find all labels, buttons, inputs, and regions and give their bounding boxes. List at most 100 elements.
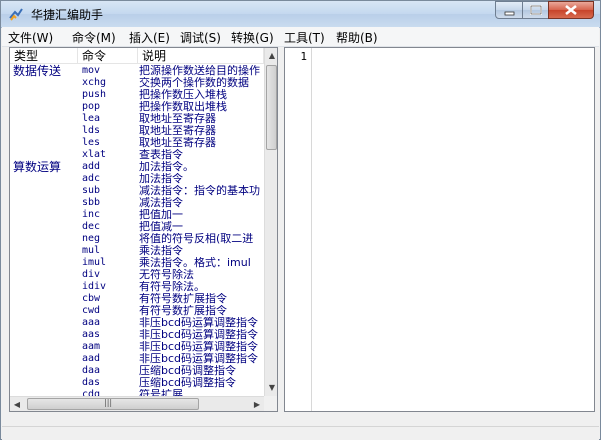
row-type: 算数运算	[13, 160, 62, 174]
row-description: 非压bcd码运算调整指令	[139, 353, 259, 365]
row-description: 加法指令	[139, 173, 183, 185]
row-description: 有符号数扩展指令	[139, 305, 227, 317]
row-command: pop	[82, 101, 101, 112]
table-row[interactable]: inc 把值加一	[10, 209, 264, 221]
table-row[interactable]: les 取地址至寄存器	[10, 137, 264, 149]
column-header-command[interactable]: 命令	[78, 48, 138, 64]
table-row[interactable]: imul 乘法指令。格式：imul	[10, 257, 264, 269]
window-title: 华捷汇编助手	[31, 8, 104, 22]
table-row[interactable]: aaa 非压bcd码运算调整指令	[10, 317, 264, 329]
row-command: aaa	[82, 317, 101, 328]
row-description: 把操作数压入堆栈	[139, 89, 227, 101]
table-row[interactable]: lds 取地址至寄存器	[10, 125, 264, 137]
code-editor[interactable]: 1	[284, 47, 595, 412]
menu-tools[interactable]: 工具(T)	[284, 29, 325, 46]
row-command: inc	[82, 209, 101, 220]
row-command: add	[82, 161, 101, 172]
row-description: 减法指令：指令的基本功	[139, 185, 260, 197]
row-description: 非压bcd码运算调整指令	[139, 329, 259, 341]
row-description: 取地址至寄存器	[139, 113, 216, 125]
row-command: push	[82, 89, 107, 100]
table-row[interactable]: dec 把值减一	[10, 221, 264, 233]
row-description: 把值减一	[139, 221, 183, 233]
row-command: xlat	[82, 149, 107, 160]
title-bar: 华捷汇编助手	[1, 1, 600, 28]
table-row[interactable]: adc 加法指令	[10, 173, 264, 185]
app-window: 华捷汇编助手 文件(W) 命令(M) 插入(E) 调试(S) 转换(G) 工具(…	[0, 0, 601, 440]
scroll-down-icon[interactable]: ▼	[265, 380, 277, 395]
menu-command[interactable]: 命令(M)	[72, 29, 116, 46]
row-description: 把源操作数送给目的操作	[139, 65, 260, 77]
row-command: imul	[82, 257, 107, 268]
table-row[interactable]: 数据传送 mov 把源操作数送给目的操作	[10, 65, 264, 77]
table-row[interactable]: sub 减法指令：指令的基本功	[10, 185, 264, 197]
row-command: mov	[82, 65, 101, 76]
row-description: 把值加一	[139, 209, 183, 221]
row-command: aas	[82, 329, 101, 340]
table-row[interactable]: aad 非压bcd码运算调整指令	[10, 353, 264, 365]
menu-bar: 文件(W) 命令(M) 插入(E) 调试(S) 转换(G) 工具(T) 帮助(B…	[2, 27, 599, 47]
close-icon	[565, 4, 577, 16]
table-row[interactable]: lea 取地址至寄存器	[10, 113, 264, 125]
table-row[interactable]: das 压缩bcd码调整指令	[10, 377, 264, 389]
row-description: 把操作数取出堆栈	[139, 101, 227, 113]
minimize-icon	[504, 11, 515, 16]
table-row[interactable]: pop 把操作数取出堆栈	[10, 101, 264, 113]
table-row[interactable]: daa 压缩bcd码调整指令	[10, 365, 264, 377]
command-rows: 数据传送 mov 把源操作数送给目的操作 xchg 交换两个操作数的数据 push 把操作数…	[10, 65, 264, 401]
table-row[interactable]: neg 将值的符号反相(取二进	[10, 233, 264, 245]
maximize-button[interactable]	[522, 1, 549, 19]
row-description: 乘法指令	[139, 245, 183, 257]
row-description: 非压bcd码运算调整指令	[139, 317, 259, 329]
scroll-right-icon[interactable]: ▶	[250, 397, 264, 411]
menu-help[interactable]: 帮助(B)	[336, 29, 378, 46]
menu-convert[interactable]: 转换(G)	[231, 29, 274, 46]
row-description: 取地址至寄存器	[139, 137, 216, 149]
close-button[interactable]	[548, 1, 594, 19]
table-row[interactable]: xchg 交换两个操作数的数据	[10, 77, 264, 89]
row-command: dec	[82, 221, 101, 232]
horizontal-scrollbar[interactable]: ◀ ||| ▶	[10, 396, 264, 411]
vertical-scrollbar[interactable]: ▲ ▼	[264, 48, 277, 396]
maximize-icon	[530, 5, 542, 15]
table-row[interactable]: sbb 减法指令	[10, 197, 264, 209]
menu-debug[interactable]: 调试(S)	[180, 29, 221, 46]
scroll-grip: |||	[104, 398, 113, 407]
row-description: 减法指令	[139, 197, 183, 209]
table-row[interactable]: idiv 有符号除法。	[10, 281, 264, 293]
menu-insert[interactable]: 插入(E)	[129, 29, 170, 46]
column-header-type[interactable]: 类型	[10, 48, 78, 64]
table-row[interactable]: div 无符号除法	[10, 269, 264, 281]
table-row[interactable]: aas 非压bcd码运算调整指令	[10, 329, 264, 341]
row-description: 加法指令。	[139, 161, 194, 173]
table-row[interactable]: aam 非压bcd码运算调整指令	[10, 341, 264, 353]
table-row[interactable]: mul 乘法指令	[10, 245, 264, 257]
command-list: 类型 命令 说明 数据传送 mov 把源操作数送给目的操作 xchg 交换两个操作数的数…	[9, 47, 278, 412]
horizontal-scroll-thumb[interactable]: |||	[27, 398, 199, 410]
row-command: neg	[82, 233, 101, 244]
column-header-description[interactable]: 说明	[138, 48, 264, 64]
row-description: 无符号除法	[139, 269, 194, 281]
row-command: lea	[82, 113, 101, 124]
scroll-left-icon[interactable]: ◀	[10, 397, 24, 411]
scroll-up-icon[interactable]: ▲	[265, 48, 277, 63]
app-icon	[9, 8, 23, 21]
row-type: 数据传送	[13, 64, 62, 78]
table-row[interactable]: push 把操作数压入堆栈	[10, 89, 264, 101]
table-row[interactable]: 算数运算 add 加法指令。	[10, 161, 264, 173]
row-command: daa	[82, 365, 101, 376]
row-command: aam	[82, 341, 101, 352]
row-command: das	[82, 377, 101, 388]
menu-file[interactable]: 文件(W)	[8, 29, 53, 46]
table-row[interactable]: cwd 有符号数扩展指令	[10, 305, 264, 317]
scroll-corner	[264, 396, 277, 411]
row-command: mul	[82, 245, 101, 256]
vertical-scroll-thumb[interactable]	[266, 65, 277, 150]
row-command: lds	[82, 125, 101, 136]
row-command: adc	[82, 173, 101, 184]
table-row[interactable]: cbw 有符号数扩展指令	[10, 293, 264, 305]
row-description: 取地址至寄存器	[139, 125, 216, 137]
status-bar	[2, 426, 599, 440]
minimize-button[interactable]	[495, 1, 523, 19]
row-command: xchg	[82, 77, 107, 88]
